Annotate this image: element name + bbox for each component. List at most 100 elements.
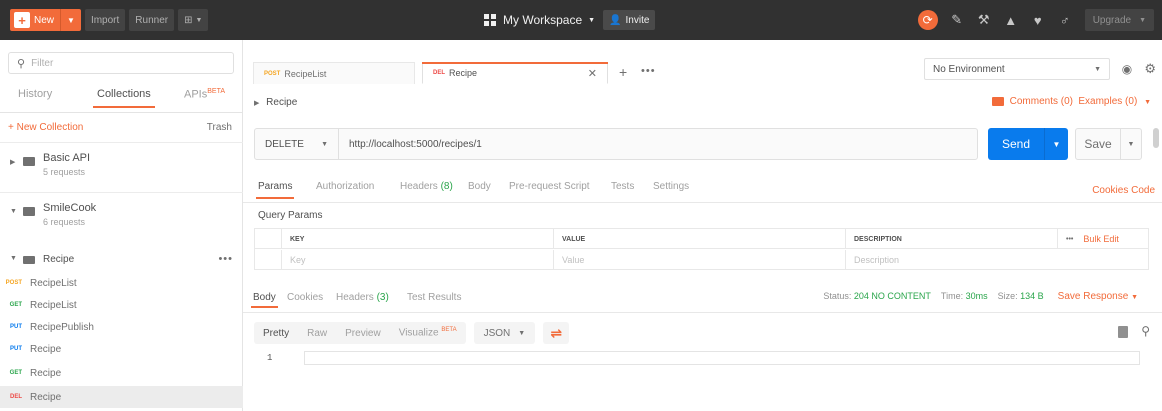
chevron-right-icon[interactable]: ▶ <box>10 158 15 166</box>
tab-body[interactable]: Body <box>468 181 491 192</box>
tab-settings[interactable]: Settings <box>653 181 689 192</box>
request-tab[interactable]: POST RecipeList <box>253 62 415 84</box>
tab-authorization[interactable]: Authorization <box>316 181 374 192</box>
description-input[interactable]: Description <box>845 250 1057 270</box>
chevron-down-icon: ▼ <box>1139 16 1146 24</box>
sync-icon[interactable]: ⟳ <box>917 10 938 30</box>
visualize-button[interactable]: Visualize BETA <box>390 327 466 338</box>
tab-collections[interactable]: Collections <box>93 88 155 108</box>
chevron-down-icon[interactable]: ▼ <box>1120 129 1141 159</box>
save-label: Save <box>1084 137 1112 151</box>
preview-button[interactable]: Preview <box>336 328 390 339</box>
save-button[interactable]: Save ▼ <box>1075 128 1142 160</box>
request-name: RecipeList <box>30 277 77 289</box>
chevron-down-icon[interactable]: ▼ <box>10 255 17 262</box>
tab-response-body[interactable]: Body <box>251 292 278 308</box>
divider <box>243 312 1162 313</box>
eye-icon[interactable]: ◉ <box>1120 62 1134 76</box>
tab-history[interactable]: History <box>18 88 52 100</box>
raw-button[interactable]: Raw <box>298 328 336 339</box>
request-item[interactable]: GET RecipeList <box>0 294 243 316</box>
request-item[interactable]: PUT RecipePublish <box>0 316 243 338</box>
tab-headers[interactable]: Headers (8) <box>400 181 453 192</box>
save-response-button[interactable]: Save Response ▼ <box>1058 291 1138 302</box>
invite-button[interactable]: 👤 Invite <box>603 10 656 30</box>
breadcrumb[interactable]: ▶ Recipe <box>254 97 297 108</box>
tab-test-results[interactable]: Test Results <box>407 292 461 303</box>
folder-icon <box>23 157 35 166</box>
trash-link[interactable]: Trash <box>207 122 232 133</box>
heart-icon[interactable]: ♥ <box>1031 13 1045 28</box>
tab-prerequest[interactable]: Pre-request Script <box>509 181 590 192</box>
format-select[interactable]: JSON ▼ <box>473 322 536 344</box>
more-icon[interactable]: ••• <box>1066 236 1073 243</box>
method-badge: GET <box>9 370 22 376</box>
tab-params[interactable]: Params <box>255 181 295 199</box>
chevron-down-icon[interactable]: ▼ <box>1044 128 1068 160</box>
request-tab-name: Recipe <box>449 68 478 78</box>
breadcrumb-label: Recipe <box>266 97 298 108</box>
scrollbar[interactable] <box>1153 128 1159 148</box>
copy-icon[interactable] <box>1118 326 1128 338</box>
collection-basic-api[interactable]: ▶ Basic API 5 requests <box>0 142 243 184</box>
upgrade-button[interactable]: Upgrade ▼ <box>1084 9 1154 31</box>
tab-apis[interactable]: APIsBETA <box>184 88 225 101</box>
chevron-down-icon[interactable]: ▼ <box>10 208 17 215</box>
import-button[interactable]: Import <box>84 9 126 31</box>
request-item[interactable]: DEL Recipe <box>0 386 243 408</box>
pretty-button[interactable]: Pretty <box>254 328 298 339</box>
folder-recipe[interactable]: ▼ Recipe ••• <box>0 249 243 271</box>
url-input[interactable]: http://localhost:5000/recipes/1 <box>339 139 482 150</box>
request-item[interactable]: PUT Recipe <box>0 338 243 360</box>
environment-select[interactable]: No Environment ▼ <box>924 58 1110 80</box>
bell-icon[interactable]: ▲ <box>1004 13 1018 28</box>
sidebar-tabs: History Collections APIsBETA <box>0 80 243 110</box>
new-collection-button[interactable]: + New Collection <box>8 122 83 133</box>
more-icon[interactable]: ••• <box>218 253 233 265</box>
cookies-code-links[interactable]: Cookies Code <box>1092 185 1155 196</box>
value-input[interactable]: Value <box>553 250 845 270</box>
runner-button[interactable]: Runner <box>129 9 175 31</box>
tab-response-headers[interactable]: Headers (3) <box>336 292 389 303</box>
method-select[interactable]: DELETE ▼ <box>255 129 339 159</box>
request-item[interactable]: GET Recipe <box>0 362 243 384</box>
new-button-label: New <box>34 14 55 26</box>
folder-icon <box>23 256 35 264</box>
method-badge: DEL <box>433 70 445 76</box>
user-icon[interactable]: ♂ <box>1058 13 1072 28</box>
workspace-switcher[interactable]: My Workspace ▼ 👤 Invite <box>484 10 656 30</box>
response-editor[interactable]: 1 <box>254 351 1140 367</box>
gear-icon[interactable]: ⚙ <box>1144 61 1156 77</box>
new-window-button[interactable]: ⊞ ▼ <box>178 9 209 31</box>
chevron-down-icon: ▼ <box>1094 65 1101 73</box>
collection-smilecook[interactable]: ▼ SmileCook 6 requests <box>0 192 243 234</box>
request-name: RecipeList <box>30 299 77 311</box>
request-tab-active[interactable]: DEL Recipe ✕ <box>422 62 608 84</box>
send-button[interactable]: Send ▼ <box>988 128 1068 160</box>
request-item[interactable]: POST RecipeList <box>0 272 243 294</box>
tab-response-cookies[interactable]: Cookies <box>287 292 323 303</box>
method-badge: PUT <box>10 324 22 330</box>
close-icon[interactable]: ✕ <box>588 67 597 80</box>
editor-line[interactable] <box>304 351 1140 365</box>
new-button[interactable]: + New ▼ <box>10 9 81 31</box>
column-header-value: VALUE <box>553 229 845 249</box>
search-icon[interactable]: ⚲ <box>1141 324 1150 338</box>
bulk-edit-link[interactable]: Bulk Edit <box>1083 234 1119 244</box>
satellite-icon[interactable]: ✎ <box>950 12 964 28</box>
method-badge: DEL <box>10 394 22 400</box>
tab-tests[interactable]: Tests <box>611 181 634 192</box>
wrench-icon[interactable]: ⚒ <box>977 12 991 28</box>
chevron-down-icon[interactable]: ▼ <box>60 9 81 31</box>
more-tabs-icon[interactable]: ••• <box>641 65 656 77</box>
add-tab-icon[interactable]: + <box>619 64 627 80</box>
chevron-right-icon: ▶ <box>254 100 260 107</box>
key-input[interactable]: Key <box>281 250 553 270</box>
comment-icon <box>991 97 1004 106</box>
examples-label: Examples (0) <box>1078 96 1138 107</box>
chevron-down-icon: ▼ <box>588 16 596 24</box>
wrap-lines-icon[interactable]: ⇌ <box>543 322 570 344</box>
examples-link[interactable]: Examples (0) ▼ <box>1078 96 1151 107</box>
filter-input[interactable]: ⚲ Filter <box>8 52 234 74</box>
comments-link[interactable]: Comments (0) <box>991 96 1073 107</box>
